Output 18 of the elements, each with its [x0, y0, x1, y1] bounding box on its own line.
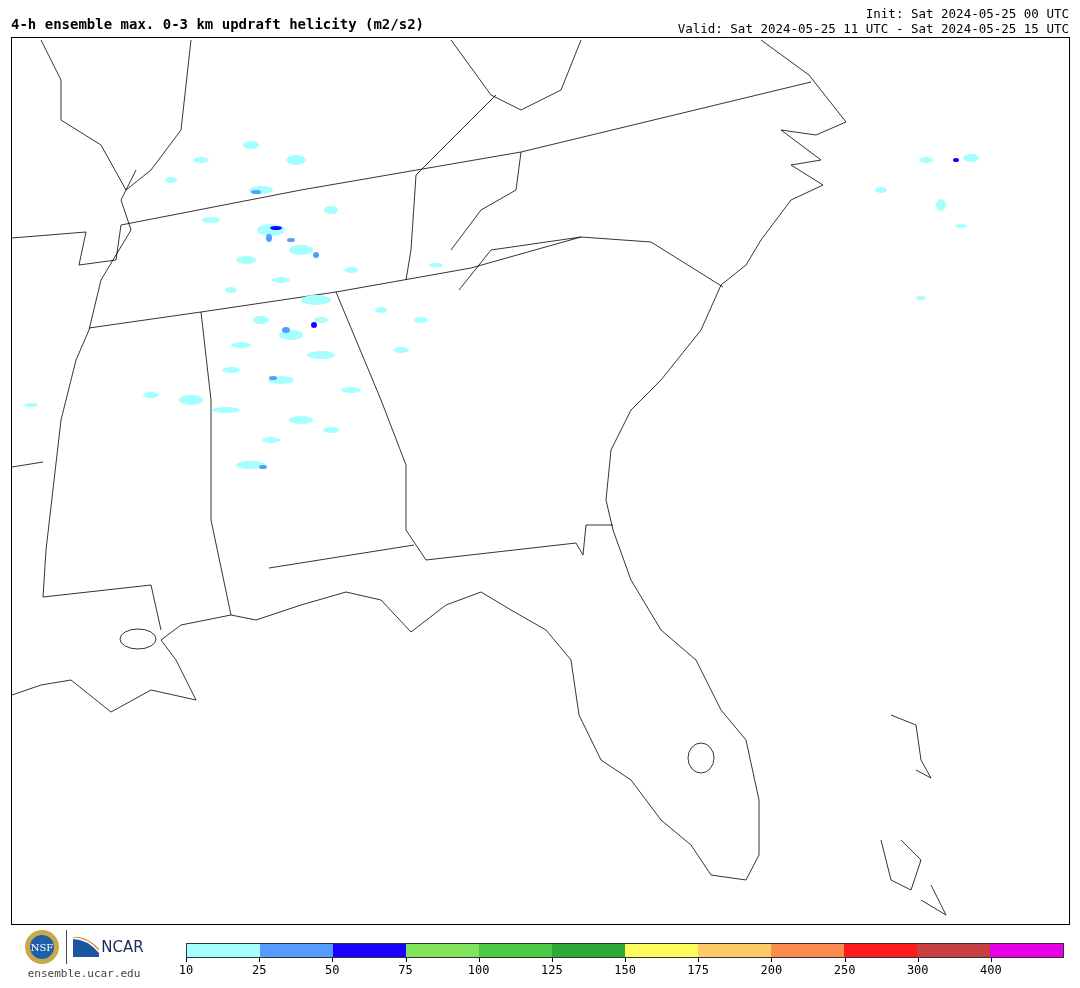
tick-label: 50 — [325, 963, 340, 977]
tick-label: 125 — [541, 963, 563, 977]
tick-label: 400 — [980, 963, 1002, 977]
valid-time: Valid: Sat 2024-05-25 11 UTC - Sat 2024-05-25 15 UTC — [677, 21, 1069, 36]
tick-label: 25 — [251, 963, 267, 977]
tick-label: 150 — [614, 963, 636, 977]
tick-label: 300 — [906, 963, 929, 977]
website-url: ensemble.ucar.edu — [27, 967, 141, 980]
tick-label: 250 — [833, 963, 856, 977]
tick-label: 200 — [760, 963, 783, 977]
tick-label: 10 — [178, 963, 194, 977]
chart-title: 4-h ensemble max. 0-3 km updraft helicity (m2/s2) — [11, 16, 424, 34]
ncar-logo: NCAR — [73, 937, 144, 957]
nsf-logo: NSF — [24, 929, 61, 965]
init-time: Init: Sat 2024-05-25 00 UTC — [865, 6, 1069, 21]
tick-label: 100 — [467, 963, 490, 977]
tick-label: 75 — [398, 963, 413, 977]
tick-label: 175 — [687, 963, 710, 977]
